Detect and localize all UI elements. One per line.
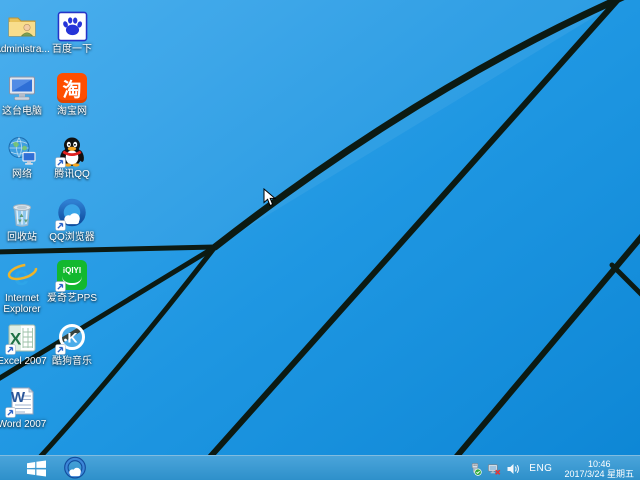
desktop-icon-word[interactable]: W Word 2007	[0, 384, 52, 430]
desktop-icon-label: 腾讯QQ	[54, 169, 90, 180]
desktop-icon-qq-browser[interactable]: QQ浏览器	[42, 197, 102, 243]
desktop: Administra... 百度一下 这台电脑	[0, 0, 640, 480]
taobao-icon: 淘	[55, 71, 89, 105]
desktop-icon-baidu[interactable]: 百度一下	[42, 9, 102, 55]
desktop-icon-iqiyi[interactable]: iQIYI 爱奇艺PPS	[42, 258, 102, 304]
qq-browser-icon	[55, 197, 89, 231]
desktop-icon-label: 百度一下	[52, 44, 92, 55]
recycle-bin-icon	[5, 197, 39, 231]
windows-logo-icon	[26, 460, 46, 476]
desktop-icon-taobao[interactable]: 淘 淘宝网	[42, 71, 102, 117]
iqiyi-wordmark: iQIYI	[62, 265, 82, 275]
ie-e-glyph: e	[13, 259, 28, 290]
shortcut-arrow-icon	[55, 281, 66, 292]
start-button[interactable]	[14, 456, 58, 480]
iqiyi-icon: iQIYI	[55, 258, 89, 292]
computer-icon	[5, 71, 39, 105]
clock-time: 10:46	[587, 458, 611, 469]
desktop-icon-label: 回收站	[7, 232, 37, 243]
baidu-paw-icon	[55, 9, 89, 43]
taskbar-qq-browser-button[interactable]	[58, 456, 92, 480]
desktop-icon-label: 这台电脑	[2, 106, 42, 117]
desktop-icon-qq[interactable]: 腾讯QQ	[42, 134, 102, 180]
network-disconnected-icon[interactable]	[487, 462, 501, 476]
qq-penguin-icon	[55, 134, 89, 168]
shortcut-arrow-icon	[5, 407, 16, 418]
shortcut-arrow-icon	[55, 220, 66, 231]
usb-safely-remove-icon[interactable]	[468, 462, 482, 476]
shortcut-arrow-icon	[55, 344, 66, 355]
shortcut-arrow-icon	[5, 344, 16, 355]
desktop-icon-label: QQ浏览器	[49, 232, 95, 243]
taskbar: ENG 10:46 2017/3/24 星期五	[0, 455, 640, 480]
user-folder-icon	[5, 9, 39, 43]
taskbar-clock[interactable]: 10:46 2017/3/24 星期五	[561, 459, 637, 479]
desktop-icon-label: 爱奇艺PPS	[46, 293, 97, 304]
word-w-glyph: W	[11, 389, 26, 406]
kugou-icon: K	[55, 321, 89, 355]
system-tray: ENG 10:46 2017/3/24 星期五	[468, 456, 637, 480]
clock-date: 2017/3/24 星期五	[564, 468, 634, 479]
desktop-icon-label: Word 2007	[0, 419, 47, 430]
desktop-icon-label: 网络	[12, 169, 32, 180]
desktop-icon-label: 酷狗音乐	[52, 356, 92, 367]
ie-icon: e	[5, 258, 39, 292]
taobao-glyph: 淘	[62, 79, 82, 101]
qq-browser-icon	[64, 456, 86, 479]
network-globe-icon	[5, 134, 39, 168]
desktop-icon-kugou[interactable]: K 酷狗音乐	[42, 321, 102, 367]
language-indicator[interactable]: ENG	[525, 463, 556, 474]
desktop-icon-label: 淘宝网	[57, 106, 87, 117]
shortcut-arrow-icon	[55, 157, 66, 168]
desktop-icon-label: Excel 2007	[0, 356, 47, 367]
excel-icon: X	[5, 321, 39, 355]
kugou-k-glyph: K	[67, 330, 77, 346]
volume-icon[interactable]	[506, 462, 520, 476]
word-icon: W	[5, 384, 39, 418]
